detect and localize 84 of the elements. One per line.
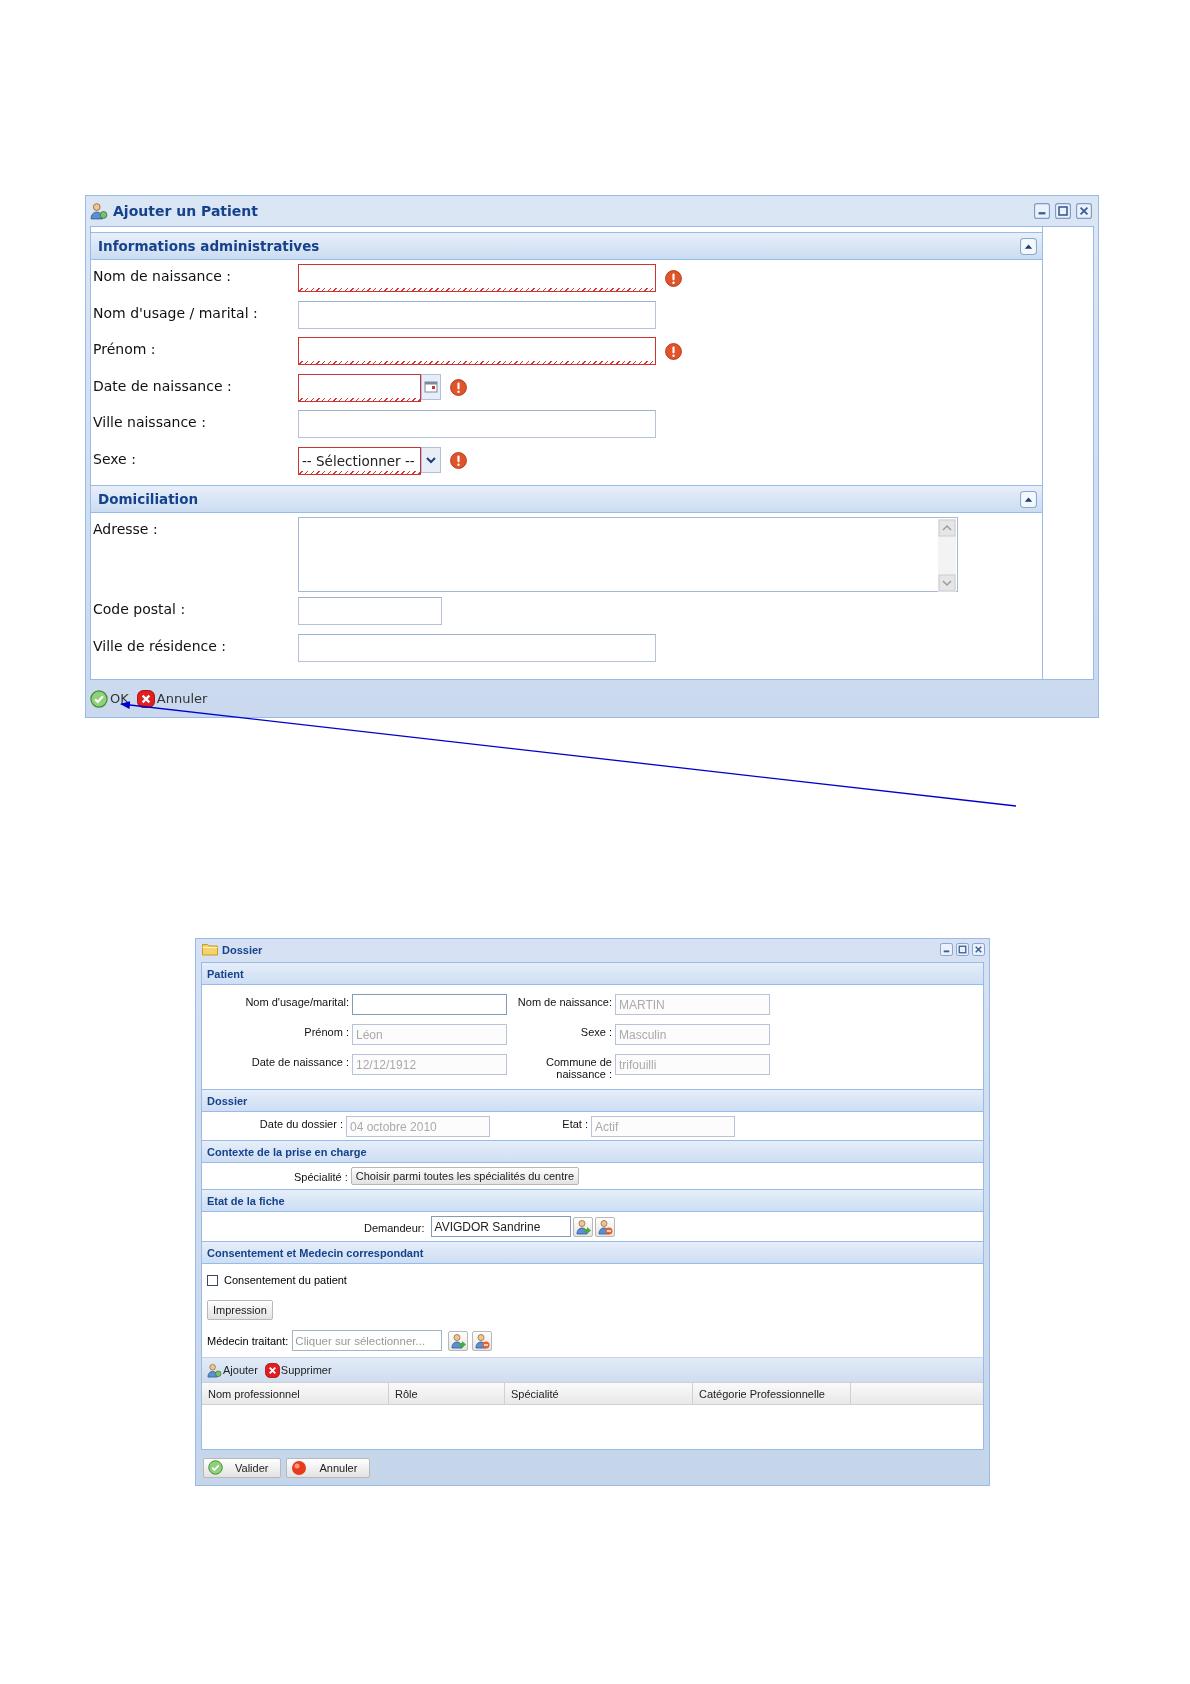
error-icon <box>665 269 682 287</box>
text-field[interactable] <box>298 597 442 625</box>
scrollbar[interactable] <box>938 519 956 592</box>
field-label: Date de naissance : <box>250 1055 349 1068</box>
minimize-button[interactable] <box>940 943 953 956</box>
check-circle-icon <box>90 689 108 708</box>
dropdown-button[interactable] <box>421 446 441 473</box>
field-label: Médecin traitant: <box>207 1334 289 1347</box>
cancel-button[interactable]: Annuler <box>136 689 208 708</box>
check-circle-icon <box>208 1460 223 1475</box>
close-button[interactable] <box>972 943 985 956</box>
section-title: Etat de la fiche <box>207 1194 285 1207</box>
dot-icon <box>291 1459 308 1476</box>
checkbox-label: Consentement du patient <box>224 1274 347 1286</box>
maximize-button[interactable] <box>1055 203 1071 219</box>
text-field[interactable] <box>298 633 656 662</box>
column-header[interactable]: Nom professionnel <box>202 1383 389 1404</box>
user-arrow-icon <box>450 1332 467 1349</box>
specialty-button[interactable]: Choisir parmi toutes les spécialités du centre <box>350 1167 580 1185</box>
field-label: Code postal : <box>93 600 187 617</box>
field-label: Sexe : <box>579 1025 612 1038</box>
field-label: Ville de résidence : <box>93 636 228 654</box>
field-label: Spécialité : <box>294 1170 348 1183</box>
window-title: Ajouter un Patient <box>113 203 259 219</box>
cancel-button[interactable]: Annuler <box>286 1457 371 1478</box>
user-icon <box>90 202 108 220</box>
column-header[interactable]: Rôle <box>389 1383 505 1404</box>
field-label: Adresse : <box>93 520 159 537</box>
collapse-button[interactable] <box>1020 237 1037 255</box>
window-title: Dossier <box>222 943 264 956</box>
user-minus-icon <box>474 1332 491 1349</box>
field-label: Nom d'usage/marital: <box>244 995 349 1008</box>
user-arrow-icon <box>574 1218 591 1235</box>
doctor-field[interactable]: Cliquer sur sélectionner... <box>292 1330 443 1351</box>
text-field[interactable] <box>298 264 656 292</box>
field-label: Ville naissance : <box>93 413 207 430</box>
add-button[interactable]: Ajouter <box>207 1362 258 1378</box>
section-title: Contexte de la prise en charge <box>207 1145 367 1158</box>
field-label: Date de naissance : <box>93 376 233 394</box>
minimize-button[interactable] <box>1034 203 1050 219</box>
section-title: Domiciliation <box>98 491 199 507</box>
field-label: Date du dossier : <box>258 1117 343 1130</box>
print-button[interactable]: Impression <box>207 1300 273 1320</box>
field-label: Demandeur: <box>364 1220 425 1234</box>
section-title: Consentement et Medecin correspondant <box>207 1246 424 1259</box>
field-label: Nom de naissance : <box>93 267 232 284</box>
text-field[interactable] <box>298 410 656 438</box>
field-label: Prénom : <box>93 340 157 357</box>
calendar-button[interactable] <box>421 373 441 400</box>
address-field[interactable] <box>298 517 958 592</box>
field-label: Prénom : <box>303 1025 349 1038</box>
field-label: Commune de naissance : <box>544 1055 612 1080</box>
section-title: Dossier <box>207 1094 248 1107</box>
section-title: Informations administratives <box>98 238 320 254</box>
column-header[interactable]: Catégorie Professionnelle <box>693 1383 851 1404</box>
field-label: Nom d'usage / marital : <box>93 303 259 321</box>
folder-icon <box>202 943 218 956</box>
field-label: Nom de naissance: <box>516 995 612 1008</box>
user-minus-icon <box>596 1218 613 1235</box>
checkbox[interactable] <box>207 1274 218 1286</box>
column-header[interactable]: Spécialité <box>505 1383 693 1404</box>
delete-button[interactable]: Supprimer <box>264 1362 332 1378</box>
error-icon <box>450 452 467 469</box>
close-button[interactable] <box>1076 203 1092 219</box>
select-person-button[interactable] <box>448 1330 469 1351</box>
validate-button[interactable]: Valider <box>203 1457 282 1478</box>
user-add-icon <box>207 1362 222 1378</box>
select-field[interactable]: -- Sélectionner -- <box>298 446 421 475</box>
remove-person-button[interactable] <box>472 1330 493 1351</box>
text-field[interactable] <box>298 337 656 365</box>
field-label: Etat : <box>561 1117 588 1130</box>
text-field[interactable] <box>352 994 507 1015</box>
collapse-button[interactable] <box>1020 490 1037 508</box>
select-person-button[interactable] <box>572 1216 593 1237</box>
text-field[interactable] <box>298 300 656 329</box>
section-title: Patient <box>207 967 244 980</box>
error-icon <box>450 379 467 396</box>
maximize-button[interactable] <box>956 943 969 956</box>
text-field[interactable]: AVIGDOR Sandrine <box>430 1216 571 1237</box>
field-label: Sexe : <box>93 449 137 467</box>
error-icon <box>665 342 682 360</box>
date-field[interactable] <box>298 373 421 402</box>
ok-button[interactable]: OK <box>90 689 129 708</box>
remove-person-button[interactable] <box>594 1216 615 1237</box>
